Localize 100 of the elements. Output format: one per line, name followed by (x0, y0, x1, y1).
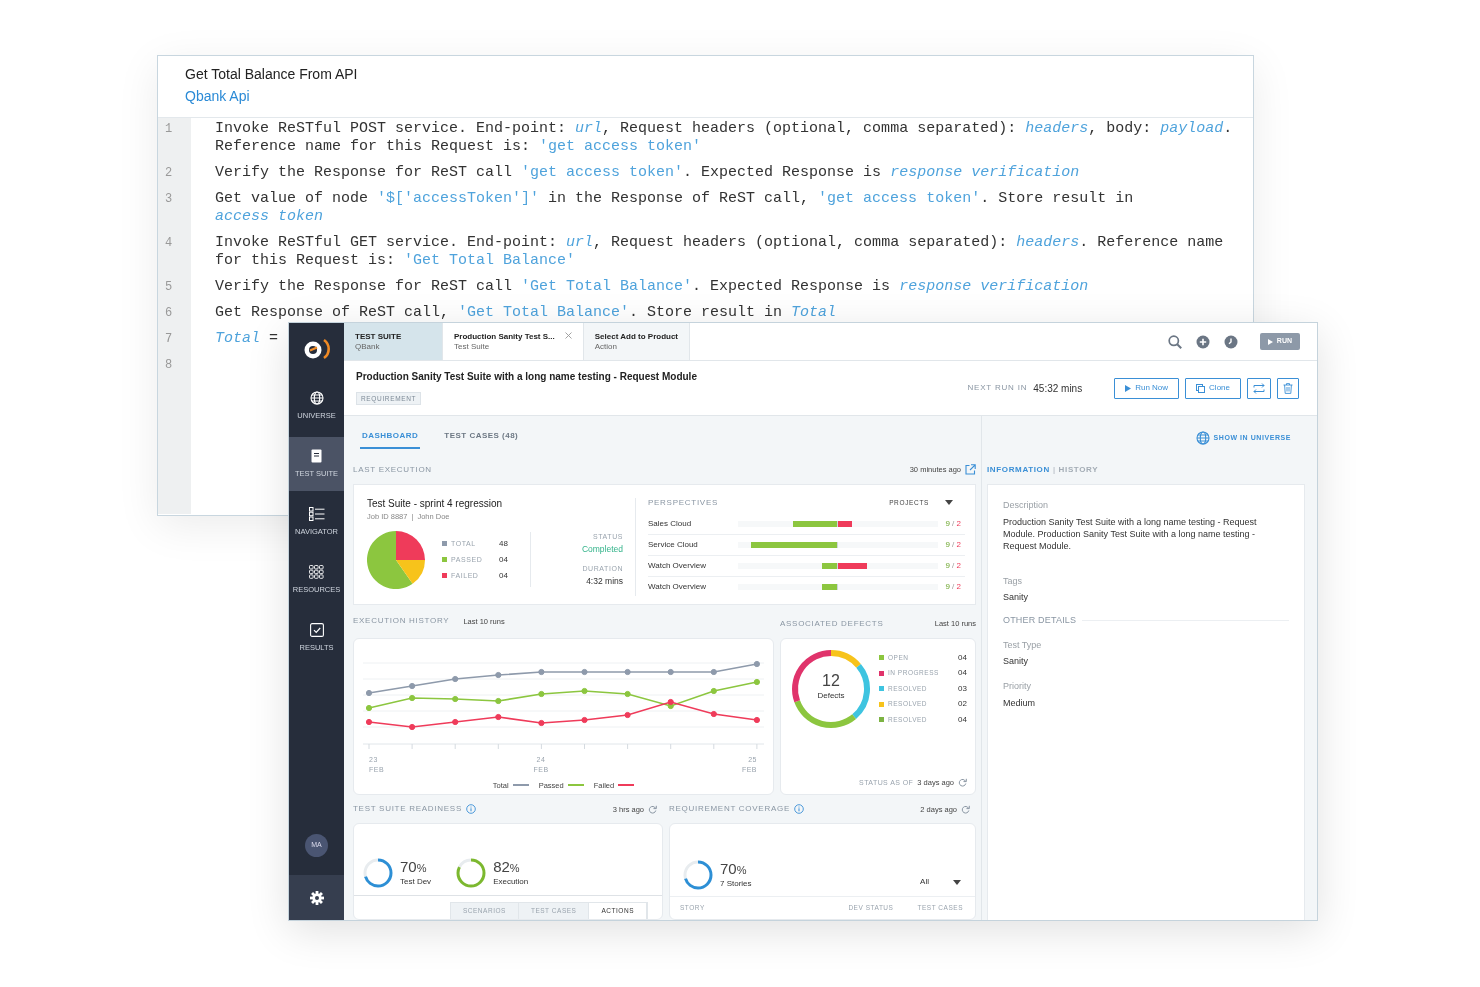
delete-button[interactable] (1277, 377, 1299, 399)
label: NEXT RUN IN (967, 382, 1028, 394)
unit: % (416, 861, 427, 874)
percentage: 70 (400, 857, 417, 875)
value: 04 (499, 553, 508, 566)
copy-icon (1196, 383, 1206, 393)
settings-icon (309, 890, 324, 905)
row-label: Service Cloud (648, 538, 699, 551)
ring-label: Test Dev (400, 875, 432, 888)
code-line: Get value of node '$['accessToken']' in the Response of ReST call, 'get access token'. Store result in access token (215, 190, 1135, 226)
line-number: 2 (165, 165, 173, 182)
unit: % (736, 863, 747, 876)
grid-icon (309, 564, 324, 579)
line-number: 7 (165, 331, 173, 348)
ring-label: Execution (493, 875, 529, 888)
line-number: 1 (165, 121, 173, 138)
trash-icon (1283, 382, 1293, 394)
filter-dropdown[interactable]: All (920, 876, 961, 889)
search-icon (1167, 334, 1182, 349)
document-icon (311, 448, 322, 463)
line-number: 3 (165, 191, 173, 208)
tab[interactable]: INFORMATION (987, 464, 1050, 476)
settings-button[interactable] (289, 875, 344, 920)
pie-chart-drawing (367, 530, 425, 589)
field-value: Production Sanity Test Suite with a long name testing - Request Module. Production Sanity Test Suite with a long name testing - Request Module. (1003, 515, 1258, 552)
separator: | (1052, 464, 1056, 476)
defect-count: 12 (822, 672, 840, 689)
code-line: Invoke ReSTful POST service. End-point: url, Request headers (optional, comma separated): headers, body: payload. Reference name for this Request is: 'get access token' (215, 120, 1234, 156)
progress-ring (455, 857, 488, 890)
play-icon (1125, 384, 1132, 392)
code-line: Get Response of ReST call, 'Get Total Balance'. Store result in Total (215, 304, 837, 322)
suite-name: Test Suite - sprint 4 regression (367, 496, 503, 511)
value: 04 (958, 713, 967, 726)
run-now-button[interactable]: Run Now (1114, 377, 1180, 399)
line-number: 6 (165, 305, 173, 322)
tab[interactable]: Select Add to Product Action (583, 323, 691, 360)
line-number: 5 (165, 279, 173, 296)
row-label: Sales Cloud (648, 517, 693, 530)
info-icon (793, 804, 804, 815)
refresh-icon (958, 778, 967, 788)
project-link[interactable]: Qbank Api (185, 86, 250, 106)
row-label: Watch Overview (648, 581, 707, 594)
list-icon (308, 506, 325, 521)
field-value: Sanity (1003, 591, 1028, 603)
refresh-icon (648, 804, 657, 814)
editor-title: Get Total Balance From API (185, 65, 358, 84)
globe-icon (309, 390, 324, 405)
value: 04 (499, 569, 508, 582)
value: 48 (499, 537, 508, 550)
field-label: Test Type (1003, 638, 1042, 652)
clone-button[interactable]: Clone (1185, 377, 1241, 399)
field-label: Priority (1003, 680, 1031, 693)
code-line: Verify the Response for ReST call 'get access token'. Expected Response is response verification (215, 164, 1080, 182)
caret-down-icon (953, 879, 961, 885)
section-heading: OTHER DETAILS (1003, 614, 1077, 627)
tab[interactable]: DASHBOARD (360, 430, 421, 449)
value: 02 (958, 698, 967, 711)
play-icon (1267, 338, 1273, 345)
section-heading: TEST SUITE READINESS (353, 803, 462, 816)
swap-icon (1253, 382, 1265, 394)
progress-ring (362, 857, 394, 890)
value: 03 (958, 682, 967, 695)
percentage: 82 (493, 857, 510, 875)
caret-down-icon (945, 500, 953, 506)
value: 04 (958, 667, 967, 680)
row-label: Watch Overview (648, 559, 707, 572)
tab[interactable]: TEST SUITE QBank (344, 323, 443, 360)
ratio: 9 / 2 (945, 559, 961, 572)
field-label: Description (1003, 499, 1049, 512)
status: Completed (581, 542, 623, 556)
value: 04 (958, 651, 967, 664)
value: 45:32 mins (1033, 381, 1083, 396)
add-icon (1195, 334, 1210, 349)
unit: % (509, 861, 520, 874)
ratio: 9 / 2 (945, 517, 961, 530)
page-title: Production Sanity Test Suite with a long name testing - Request Module (356, 369, 697, 384)
swap-button[interactable] (1247, 377, 1271, 399)
code-line: Invoke ReSTful GET service. End-point: url, Request headers (optional, comma separated): headers. Reference name for this Request is: 'Get Total Balance' (215, 234, 1225, 270)
ratio: 9 / 2 (945, 538, 961, 551)
section-heading: LAST EXECUTION (353, 463, 432, 476)
progress-ring (682, 859, 714, 892)
line-number: 8 (165, 357, 173, 374)
refresh-icon (961, 804, 970, 814)
section-heading: PERSPECTIVES (648, 496, 718, 509)
value: 4:32 mins (586, 574, 623, 588)
code-line: Verify the Response for ReST call 'Get Total Balance'. Expected Response is response verification (215, 278, 1089, 296)
line-number: 4 (165, 235, 173, 252)
section-heading: REQUIREMENT COVERAGE (669, 803, 790, 816)
tab[interactable]: TEST CASES (48) (442, 430, 521, 449)
info-icon (465, 804, 476, 815)
checkbox-icon (309, 622, 324, 637)
globe-icon (1195, 431, 1210, 445)
clock-icon (1223, 334, 1238, 349)
percentage: 70 (720, 859, 737, 877)
label: Defects (817, 691, 845, 700)
field-value: Medium (1003, 696, 1035, 709)
ring-label: 7 Stories (720, 877, 752, 890)
field-label: Tags (1003, 574, 1022, 588)
ratio: 9 / 2 (945, 581, 961, 594)
code-line: Total = (215, 330, 279, 348)
